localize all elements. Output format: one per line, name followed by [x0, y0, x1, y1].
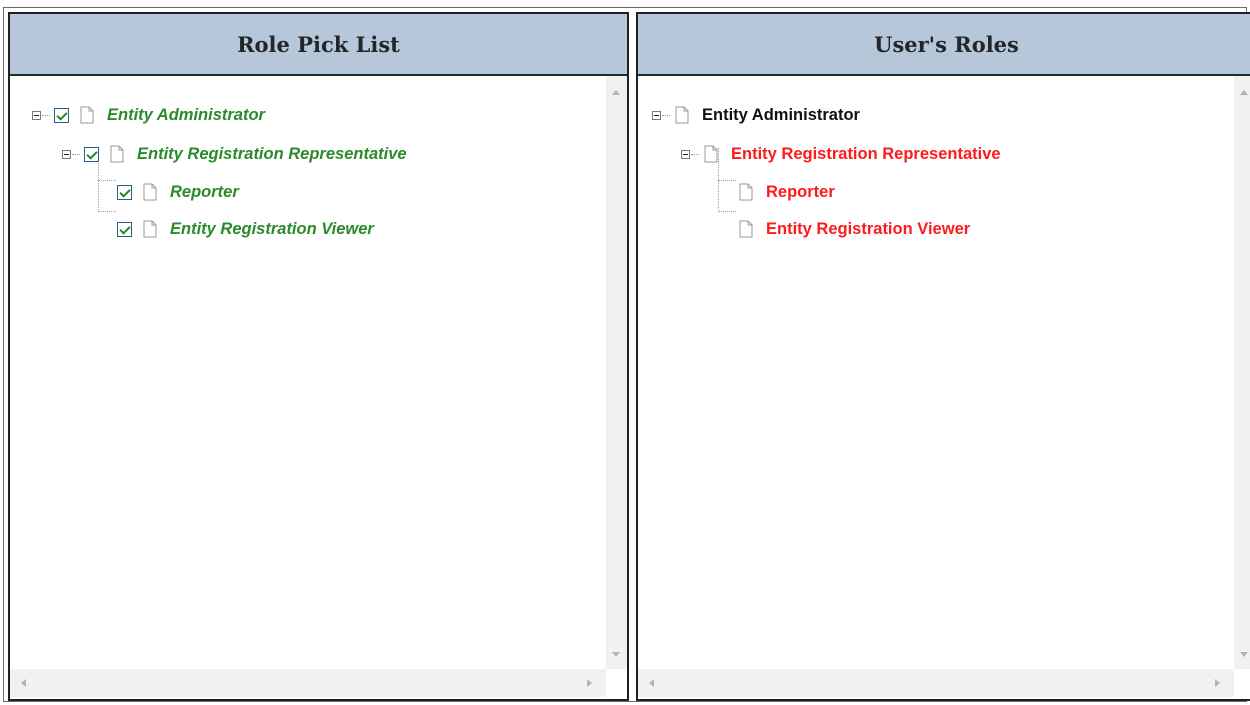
- tree-connector: [691, 153, 699, 155]
- tree-connector: [72, 153, 80, 155]
- document-icon: [704, 145, 718, 163]
- node-label: Entity Registration Viewer: [170, 219, 374, 238]
- vertical-scrollbar[interactable]: [606, 76, 627, 669]
- check-icon: [56, 108, 68, 121]
- node-label: Reporter: [766, 182, 835, 201]
- node-label: Reporter: [170, 182, 239, 201]
- horizontal-scrollbar[interactable]: [638, 669, 1234, 697]
- tree-node-reporter[interactable]: Reporter: [738, 180, 835, 204]
- tree-connector: [718, 211, 736, 212]
- horizontal-scrollbar[interactable]: [10, 669, 606, 697]
- document-icon: [143, 220, 157, 238]
- users-roles-title: User's Roles: [638, 14, 1250, 76]
- scrollbar-corner: [1234, 669, 1250, 697]
- users-roles-panel: User's Roles Entity Administrator Entity…: [636, 12, 1250, 701]
- scroll-down-icon[interactable]: [1240, 652, 1248, 657]
- document-icon: [80, 106, 94, 124]
- check-icon: [86, 147, 98, 160]
- collapse-minus-icon[interactable]: [652, 110, 661, 120]
- tree-node-reporter[interactable]: Reporter: [117, 180, 239, 204]
- check-icon: [119, 222, 131, 235]
- collapse-minus-icon[interactable]: [32, 110, 41, 120]
- node-label: Entity Registration Representative: [731, 144, 1001, 163]
- scroll-right-icon[interactable]: [587, 679, 592, 687]
- scroll-up-icon[interactable]: [612, 90, 620, 95]
- tree-connector: [662, 114, 670, 116]
- tree-node-entity-registration-viewer[interactable]: Entity Registration Viewer: [117, 217, 374, 241]
- document-icon: [675, 106, 689, 124]
- checkbox-entity-administrator[interactable]: [54, 107, 69, 123]
- users-roles-tree[interactable]: Entity Administrator Entity Registration…: [638, 76, 1234, 669]
- scroll-right-icon[interactable]: [1215, 679, 1220, 687]
- checkbox-entity-registration-representative[interactable]: [84, 146, 99, 162]
- role-pick-list-panel: Role Pick List Entity Administrator Enti…: [8, 12, 629, 701]
- vertical-scrollbar[interactable]: [1234, 76, 1250, 669]
- checkbox-entity-registration-viewer[interactable]: [117, 221, 132, 237]
- tree-node-entity-administrator[interactable]: Entity Administrator: [32, 103, 265, 127]
- node-label: Entity Administrator: [107, 105, 265, 124]
- tree-connector: [98, 180, 116, 181]
- collapse-minus-icon[interactable]: [62, 149, 71, 159]
- tree-connector: [98, 211, 116, 212]
- node-label: Entity Administrator: [702, 105, 860, 124]
- tree-node-entity-registration-representative[interactable]: Entity Registration Representative: [62, 142, 407, 166]
- role-pick-list-tree[interactable]: Entity Administrator Entity Registration…: [10, 76, 606, 669]
- checkbox-reporter[interactable]: [117, 184, 132, 200]
- tree-connector: [42, 114, 50, 116]
- document-icon: [110, 145, 124, 163]
- scroll-down-icon[interactable]: [612, 652, 620, 657]
- scroll-left-icon[interactable]: [21, 679, 26, 687]
- document-icon: [143, 183, 157, 201]
- collapse-minus-icon[interactable]: [681, 149, 690, 159]
- tree-connector: [718, 180, 736, 181]
- role-pick-list-title: Role Pick List: [10, 14, 627, 76]
- scroll-up-icon[interactable]: [1240, 90, 1248, 95]
- check-icon: [119, 185, 131, 198]
- tree-node-entity-registration-representative[interactable]: Entity Registration Representative: [681, 142, 1001, 166]
- node-label: Entity Registration Representative: [137, 144, 407, 163]
- scrollbar-corner: [606, 669, 627, 697]
- tree-node-entity-administrator[interactable]: Entity Administrator: [652, 103, 860, 127]
- tree-node-entity-registration-viewer[interactable]: Entity Registration Viewer: [738, 217, 970, 241]
- node-label: Entity Registration Viewer: [766, 219, 971, 238]
- document-icon: [739, 220, 753, 238]
- scroll-left-icon[interactable]: [649, 679, 654, 687]
- document-icon: [739, 183, 753, 201]
